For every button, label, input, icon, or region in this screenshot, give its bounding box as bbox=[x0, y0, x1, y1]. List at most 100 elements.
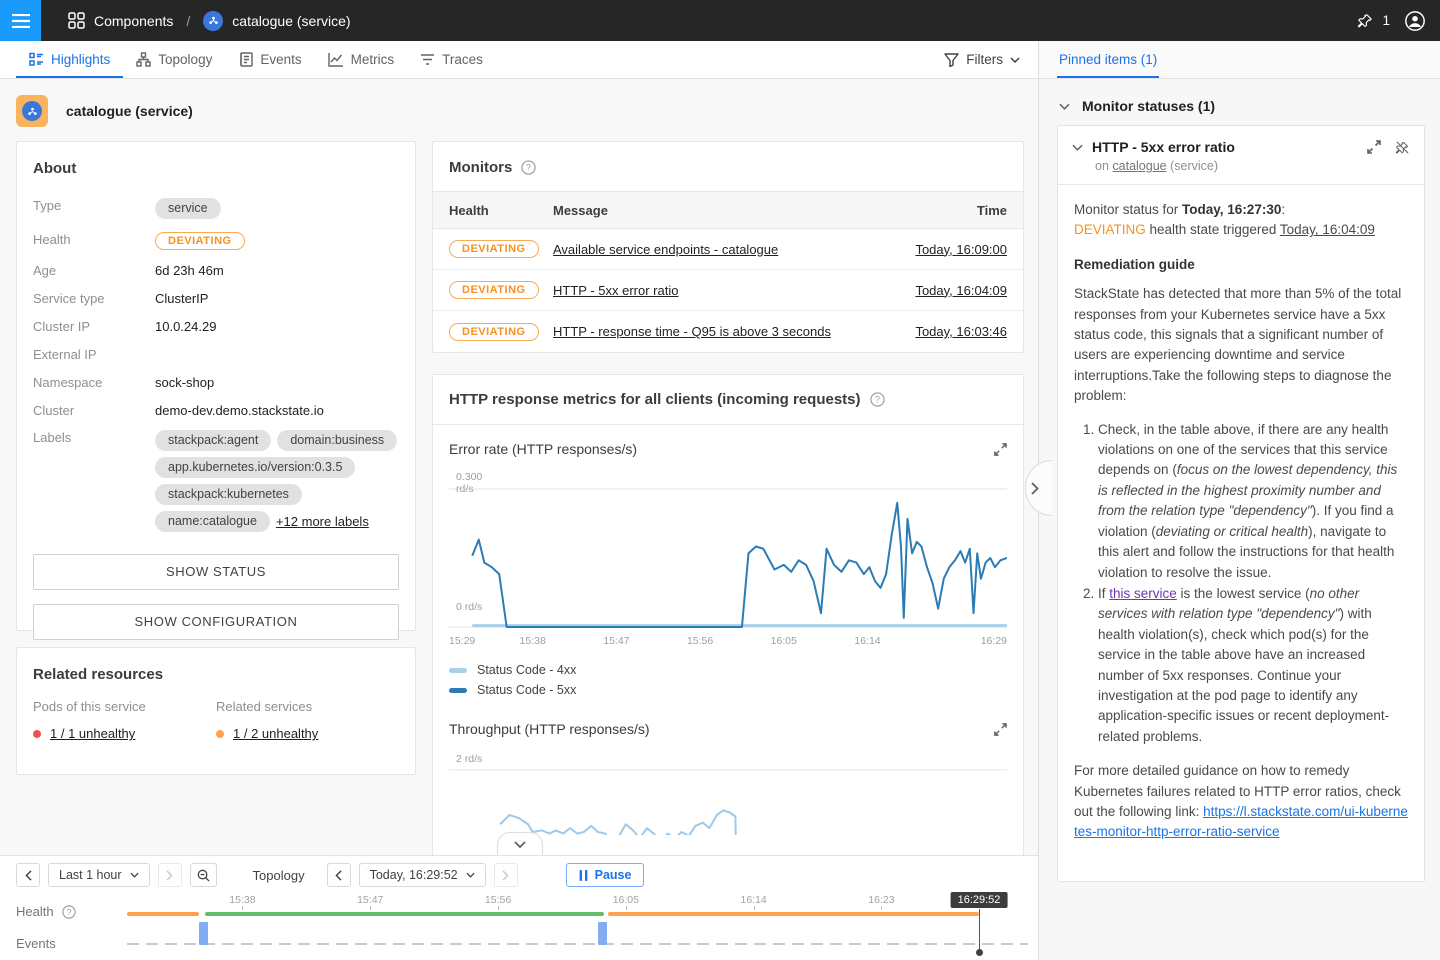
legend-label-4xx: Status Code - 4xx bbox=[477, 663, 576, 677]
show-configuration-button[interactable]: SHOW CONFIGURATION bbox=[33, 604, 399, 640]
health-label: Health bbox=[33, 232, 155, 250]
expand-icon[interactable] bbox=[1367, 140, 1381, 155]
monitor-time-link[interactable]: Today, 16:04:09 bbox=[915, 283, 1007, 298]
service-type-label: Service type bbox=[33, 291, 155, 306]
chevron-right-icon bbox=[1031, 482, 1039, 495]
tab-pinned-items[interactable]: Pinned items (1) bbox=[1057, 41, 1159, 78]
monitor-link[interactable]: HTTP - response time - Q95 is above 3 se… bbox=[553, 324, 831, 339]
timeline-tick-mark bbox=[498, 906, 499, 910]
tab-traces-label: Traces bbox=[442, 52, 483, 67]
health-segment-healthy[interactable] bbox=[205, 912, 604, 916]
remediation-step-1: Check, in the table above, if there are … bbox=[1098, 420, 1408, 583]
monitor-time-link[interactable]: Today, 16:03:46 bbox=[915, 324, 1007, 339]
tab-highlights[interactable]: Highlights bbox=[16, 41, 123, 78]
critical-dot bbox=[33, 730, 41, 738]
tab-events[interactable]: Events bbox=[225, 41, 314, 78]
time-back-button[interactable] bbox=[327, 863, 351, 887]
cluster-ip-value: 10.0.24.29 bbox=[155, 319, 216, 334]
range-forward-button[interactable] bbox=[158, 863, 182, 887]
col-health: Health bbox=[433, 203, 553, 218]
label-pill: name:catalogue bbox=[155, 511, 270, 532]
services-unhealthy-link[interactable]: 1 / 2 unhealthy bbox=[233, 726, 318, 741]
time-forward-button[interactable] bbox=[494, 863, 518, 887]
legend-swatch-5xx bbox=[449, 688, 467, 693]
timeline-collapse-toggle[interactable] bbox=[497, 832, 543, 855]
timeline-tick-label: 15:56 bbox=[485, 894, 511, 906]
table-row: DEVIATING Available service endpoints - … bbox=[433, 229, 1023, 270]
service-type-value: ClusterIP bbox=[155, 291, 208, 306]
zoom-out-button[interactable] bbox=[190, 863, 217, 887]
breadcrumb-components[interactable]: Components bbox=[94, 13, 173, 29]
health-segment-deviating[interactable] bbox=[608, 912, 979, 916]
range-back-button[interactable] bbox=[16, 863, 40, 887]
unpin-icon[interactable] bbox=[1395, 140, 1410, 155]
filters-label: Filters bbox=[966, 52, 1003, 67]
timeline-tick-mark bbox=[881, 906, 882, 910]
col-time: Time bbox=[873, 203, 1023, 218]
health-segment-deviating[interactable] bbox=[127, 912, 199, 916]
help-icon[interactable]: ? bbox=[870, 392, 885, 407]
tab-metrics[interactable]: Metrics bbox=[315, 41, 408, 78]
pause-button[interactable]: Pause bbox=[566, 863, 645, 887]
this-service-link[interactable]: this service bbox=[1109, 586, 1177, 601]
playhead-line[interactable] bbox=[979, 909, 980, 951]
label-pill: stackpack:agent bbox=[155, 430, 271, 451]
breadcrumb-current[interactable]: catalogue (service) bbox=[232, 13, 350, 29]
event-marker[interactable] bbox=[199, 922, 208, 945]
playhead-handle[interactable] bbox=[976, 949, 983, 956]
labels-list: stackpack:agent domain:business app.kube… bbox=[155, 430, 399, 532]
show-status-button[interactable]: SHOW STATUS bbox=[33, 554, 399, 590]
cluster-value: demo-dev.demo.stackstate.io bbox=[155, 403, 324, 418]
pinned-monitor-title[interactable]: HTTP - 5xx error ratio bbox=[1092, 139, 1358, 155]
traces-icon bbox=[420, 53, 435, 66]
timeline-tick-mark bbox=[626, 906, 627, 910]
pinned-items-toggle[interactable]: 1 bbox=[1357, 12, 1390, 29]
chevron-down-icon[interactable] bbox=[1072, 144, 1083, 151]
remediation-steps: Check, in the table above, if there are … bbox=[1074, 420, 1408, 748]
current-time-dropdown[interactable]: Today, 16:29:52 bbox=[359, 863, 486, 887]
monitor-time-link[interactable]: Today, 16:09:00 bbox=[915, 242, 1007, 257]
events-axis-label: Events bbox=[16, 936, 56, 951]
help-icon[interactable]: ? bbox=[62, 905, 76, 919]
breadcrumb: Components / catalogue (service) bbox=[68, 11, 351, 31]
help-icon[interactable]: ? bbox=[521, 160, 536, 175]
more-labels-link[interactable]: +12 more labels bbox=[276, 514, 369, 529]
deviating-dot bbox=[216, 730, 224, 738]
monitors-title: Monitors bbox=[449, 159, 512, 176]
pause-icon bbox=[579, 870, 588, 881]
timeline-tick-label: 15:47 bbox=[357, 894, 383, 906]
timeline-tick-mark bbox=[754, 906, 755, 910]
metrics-icon bbox=[328, 52, 344, 67]
monitor-statuses-section-header[interactable]: Monitor statuses (1) bbox=[1059, 98, 1440, 114]
namespace-label: Namespace bbox=[33, 375, 155, 390]
chevron-down-icon bbox=[130, 872, 139, 878]
triggered-time-link[interactable]: Today, 16:04:09 bbox=[1280, 222, 1375, 237]
remediation-guide-title: Remediation guide bbox=[1074, 255, 1408, 275]
event-marker[interactable] bbox=[598, 922, 607, 945]
tab-traces[interactable]: Traces bbox=[407, 41, 496, 78]
throughput-title: Throughput (HTTP responses/s) bbox=[449, 721, 650, 737]
highlights-icon bbox=[29, 52, 44, 67]
expand-icon[interactable] bbox=[994, 723, 1007, 736]
user-avatar-icon[interactable] bbox=[1404, 10, 1426, 32]
svg-text:15:29: 15:29 bbox=[449, 635, 475, 647]
monitor-link[interactable]: HTTP - 5xx error ratio bbox=[553, 283, 678, 298]
namespace-value: sock-shop bbox=[155, 375, 214, 390]
throughput-plot bbox=[449, 757, 1007, 835]
timeline-tick-label: 15:38 bbox=[229, 894, 255, 906]
table-row: DEVIATING HTTP - 5xx error ratio Today, … bbox=[433, 270, 1023, 311]
topology-time-label: Topology bbox=[253, 868, 305, 883]
svg-text:?: ? bbox=[66, 906, 71, 916]
hamburger-menu-button[interactable] bbox=[0, 0, 41, 41]
monitor-link[interactable]: Available service endpoints - catalogue bbox=[553, 242, 778, 257]
catalogue-link[interactable]: catalogue bbox=[1112, 159, 1166, 173]
chevron-down-icon bbox=[466, 872, 475, 878]
pin-count: 1 bbox=[1382, 13, 1390, 28]
expand-icon[interactable] bbox=[994, 443, 1007, 456]
error-rate-chart[interactable]: 0.300 rd/s 0 rd/s 15:2915:3815:4715:5616… bbox=[449, 477, 1007, 649]
time-range-dropdown[interactable]: Last 1 hour bbox=[48, 863, 150, 887]
filters-button[interactable]: Filters bbox=[944, 41, 1038, 78]
tab-topology[interactable]: Topology bbox=[123, 41, 225, 78]
pods-unhealthy-link[interactable]: 1 / 1 unhealthy bbox=[50, 726, 135, 741]
throughput-chart[interactable]: 2 rd/s bbox=[449, 757, 1007, 835]
